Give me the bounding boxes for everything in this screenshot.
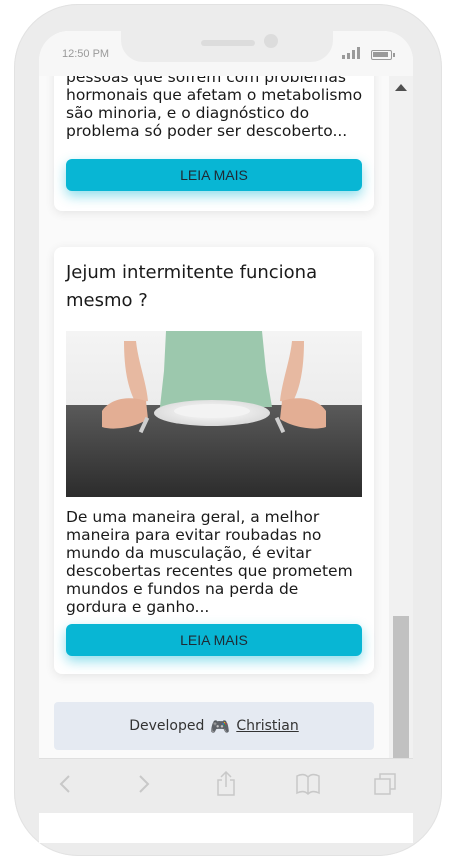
speaker (201, 40, 255, 46)
browser-toolbar (39, 758, 413, 813)
scrollbar[interactable] (389, 76, 413, 788)
author-link[interactable]: Christian (236, 718, 298, 734)
plate-photo (66, 331, 362, 497)
scroll-up-arrow-icon[interactable] (395, 84, 407, 91)
status-time: 12:50 PM (62, 48, 110, 60)
footer-label: Developed (129, 718, 205, 734)
battery-icon (371, 50, 395, 60)
post-image (66, 331, 362, 497)
read-more-button[interactable]: LEIA MAIS (66, 159, 362, 191)
share-icon[interactable] (211, 769, 241, 799)
post-excerpt: De uma maneira geral, a melhor maneira p… (66, 508, 353, 616)
phone-screen: 12:50 PM pessoas que sofrem com problema… (39, 31, 413, 843)
post-card: Jejum intermitente funciona mesmo ? De u… (54, 247, 374, 674)
post-excerpt: pessoas que sofrem com problemas hormona… (66, 76, 363, 140)
post-title: Jejum intermitente funciona mesmo ? (66, 262, 318, 311)
footer: Developed 🎮 Christian (54, 702, 374, 750)
read-more-button[interactable]: LEIA MAIS (66, 624, 362, 656)
scroll-thumb[interactable] (393, 616, 409, 768)
gamepad-icon: 🎮 (210, 716, 231, 736)
page-content: pessoas que sofrem com problemas hormona… (39, 76, 413, 788)
camera (264, 34, 278, 48)
post-card: pessoas que sofrem com problemas hormona… (54, 76, 374, 211)
signal-icon (342, 47, 362, 59)
notch (121, 31, 333, 62)
tabs-icon[interactable] (370, 769, 400, 799)
status-bar: 12:50 PM (39, 31, 413, 76)
back-icon[interactable] (50, 769, 80, 799)
bookmarks-icon[interactable] (293, 769, 323, 799)
forward-icon[interactable] (129, 769, 159, 799)
